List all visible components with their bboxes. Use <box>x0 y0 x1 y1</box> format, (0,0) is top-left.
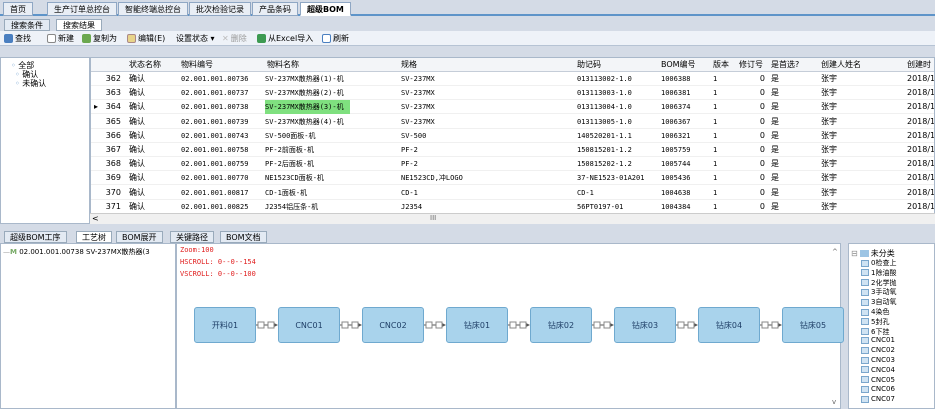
operation-icon <box>861 288 869 296</box>
operation-tree-item[interactable]: CNC01 <box>861 336 895 344</box>
process-node[interactable]: 钻床01 <box>446 307 508 343</box>
process-node[interactable]: 开料01 <box>194 307 256 343</box>
operation-label: CNC04 <box>871 365 895 374</box>
operation-label: 0检查上 <box>871 259 897 267</box>
operation-label: 6下挂 <box>871 327 890 336</box>
process-node[interactable]: 钻床05 <box>782 307 844 343</box>
process-node[interactable]: CNC01 <box>278 307 340 343</box>
operation-icon <box>861 259 869 267</box>
operation-icon <box>861 269 869 277</box>
process-node[interactable]: CNC02 <box>362 307 424 343</box>
operation-icon <box>861 298 869 306</box>
operation-label: 1除油酸 <box>871 268 897 277</box>
connector-port <box>603 321 611 329</box>
operation-icon <box>861 336 869 344</box>
connector-port <box>351 321 359 329</box>
flow-connectors <box>256 321 782 329</box>
operation-tree-item[interactable]: 4染色 <box>861 307 889 317</box>
process-node[interactable]: 钻床04 <box>698 307 760 343</box>
operation-tree-item[interactable]: CNC03 <box>861 356 895 364</box>
operation-icon <box>861 376 869 384</box>
operation-icon <box>861 308 869 316</box>
connector-port <box>267 321 275 329</box>
connector-port <box>435 321 443 329</box>
operation-label: CNC01 <box>871 336 895 345</box>
operation-tree-item[interactable]: CNC02 <box>861 346 895 354</box>
process-node[interactable]: 钻床03 <box>614 307 676 343</box>
operation-icon <box>861 279 869 287</box>
operation-icon <box>861 385 869 393</box>
operation-icon <box>861 318 869 326</box>
operation-tree-item[interactable]: CNC04 <box>861 366 895 374</box>
operation-tree-item[interactable]: 3手动氧 <box>861 287 896 297</box>
operation-tree-pane: ⊟ 未分类 0检查上 1除油酸 2化学抛 3手动氧 3自动氧 4染色 5封孔 6下挂 CNC01 C… <box>848 243 935 409</box>
operation-label: CNC05 <box>871 375 895 384</box>
operation-tree-item[interactable]: CNC07 <box>861 395 895 403</box>
connector-port <box>687 321 695 329</box>
connector-port <box>425 321 433 329</box>
operation-tree-item[interactable]: CNC06 <box>861 385 895 393</box>
operation-icon <box>861 346 869 354</box>
connector-port <box>257 321 265 329</box>
operation-icon <box>861 328 869 336</box>
operation-tree-item[interactable]: 6下挂 <box>861 327 889 337</box>
operation-label: CNC03 <box>871 356 895 364</box>
process-node[interactable]: 钻床02 <box>530 307 592 343</box>
operation-label: 3手动氧 <box>871 288 897 297</box>
folder-icon <box>859 250 869 257</box>
connector-port <box>509 321 517 329</box>
operation-label: 5封孔 <box>871 317 890 326</box>
operation-tree-item[interactable]: 0检查上 <box>861 258 896 268</box>
operation-tree-item[interactable]: 3自动氧 <box>861 297 896 307</box>
connector-port <box>677 321 685 329</box>
operation-tree-item[interactable]: 2化学抛 <box>861 278 896 288</box>
connector-port <box>341 321 349 329</box>
operation-tree-item[interactable]: 1除油酸 <box>861 268 896 278</box>
connector-port <box>761 321 769 329</box>
connector-port <box>771 321 779 329</box>
operation-tree-item[interactable]: 5封孔 <box>861 317 889 327</box>
operation-label: 3自动氧 <box>871 298 897 307</box>
collapse-icon: ⊟ <box>851 249 858 258</box>
operation-label: CNC02 <box>871 346 895 355</box>
operation-tree-item[interactable]: CNC05 <box>861 376 895 384</box>
operation-label: 2化学抛 <box>871 278 897 287</box>
operation-icon <box>861 395 869 403</box>
connector-port <box>593 321 601 329</box>
operation-label: CNC07 <box>871 395 895 404</box>
operation-icon <box>861 356 869 364</box>
operation-icon <box>861 366 869 374</box>
operation-label: 4染色 <box>871 308 890 316</box>
operation-label: CNC06 <box>871 385 895 394</box>
connector-port <box>519 321 527 329</box>
